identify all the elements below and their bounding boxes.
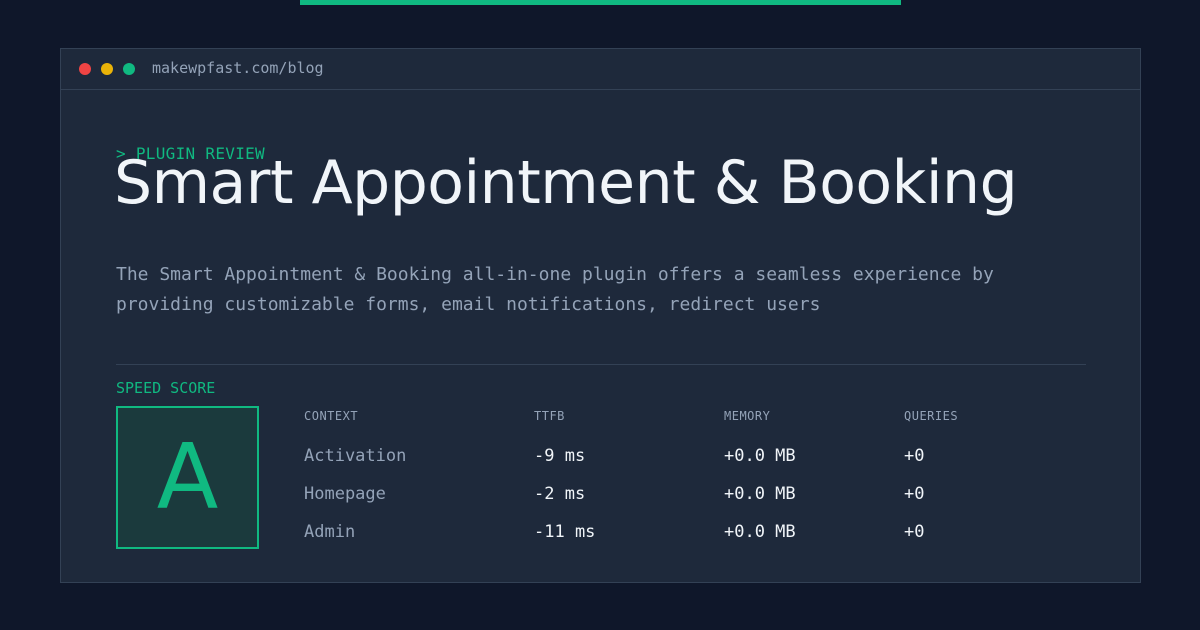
row-context: Activation [304,446,407,466]
row-context: Homepage [304,484,386,504]
row-ttfb: -2 ms [534,484,586,504]
close-dot-icon[interactable] [79,63,91,75]
row-queries: +0 [904,484,925,504]
row-ttfb: -9 ms [534,446,586,466]
row-context: Admin [304,522,356,542]
page-title: Smart Appointment & Booking [114,148,1018,218]
maximize-dot-icon[interactable] [123,63,135,75]
minimize-dot-icon[interactable] [101,63,113,75]
divider [116,364,1086,365]
column-header-ttfb: TTFB [534,409,565,423]
row-memory: +0.0 MB [724,446,796,466]
speed-score-label: SPEED SCORE [116,379,216,397]
window-titlebar: makewpfast.com/blog [61,49,1140,90]
grade-badge: A [116,406,259,549]
row-queries: +0 [904,446,925,466]
column-header-queries: QUERIES [904,409,959,423]
column-header-memory: MEMORY [724,409,771,423]
row-memory: +0.0 MB [724,522,796,542]
window-url: makewpfast.com/blog [152,59,324,77]
column-header-context: CONTEXT [304,409,359,423]
plugin-description: The Smart Appointment & Booking all-in-o… [116,264,994,315]
top-accent-bar [300,0,901,5]
row-queries: +0 [904,522,925,542]
row-memory: +0.0 MB [724,484,796,504]
browser-window: makewpfast.com/blog > PLUGIN REVIEW Smar… [60,48,1141,583]
grade-letter: A [156,424,219,530]
row-ttfb: -11 ms [534,522,596,542]
og-card: makewpfast.com/blog > PLUGIN REVIEW Smar… [0,0,1200,630]
